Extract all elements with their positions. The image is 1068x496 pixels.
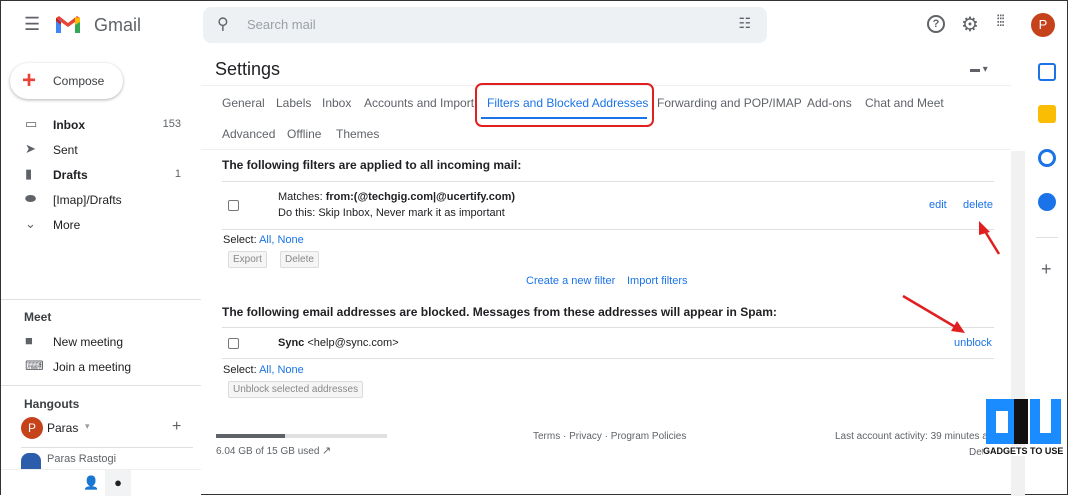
add-addon-icon[interactable]: + <box>1041 259 1052 280</box>
select-all-link[interactable]: All <box>259 234 271 246</box>
hangouts-chat-icon[interactable]: ● <box>105 470 131 496</box>
settings-gear-icon[interactable]: ⚙ <box>961 12 979 37</box>
label-icon: ⬬ <box>25 191 37 206</box>
export-button[interactable]: Export <box>228 251 267 268</box>
search-input[interactable]: Search mail <box>247 17 316 32</box>
last-activity: Last account activity: 39 minutes a <box>835 431 988 442</box>
select-none-link[interactable]: None <box>277 234 303 246</box>
tasks-icon[interactable] <box>1038 149 1056 167</box>
add-chat-icon[interactable]: + <box>172 418 181 436</box>
external-link-icon[interactable]: ↗ <box>322 444 331 457</box>
hangouts-contact[interactable]: Paras Rastogi <box>47 453 116 465</box>
tab-accounts-import[interactable]: Accounts and Import <box>364 96 474 110</box>
inbox-icon: ▭ <box>25 116 38 131</box>
search-icon[interactable]: ⚲ <box>217 14 229 34</box>
tab-chat-meet[interactable]: Chat and Meet <box>865 96 944 110</box>
delete-filter-link[interactable]: delete <box>963 199 993 211</box>
gmail-logo-icon <box>56 16 80 33</box>
footer-links[interactable]: Terms · Privacy · Program Policies <box>533 431 686 442</box>
video-camera-icon: ■ <box>25 333 33 348</box>
send-icon: ➤ <box>25 141 36 156</box>
app-name: Gmail <box>94 15 142 35</box>
blocked-heading: The following email addresses are blocke… <box>222 305 777 319</box>
draft-icon: ▮ <box>25 166 33 181</box>
sidebar-item-inbox[interactable]: ▭ Inbox 153 <box>1 112 201 137</box>
search-options-icon[interactable]: ☷ <box>738 15 751 32</box>
sidebar-item-imap-drafts[interactable]: ⬬ [Imap]/Drafts <box>1 187 201 212</box>
select-all-link[interactable]: All <box>259 364 271 376</box>
sidebar-item-more[interactable]: ⌄ More <box>1 212 201 237</box>
hangouts-user[interactable]: Paras <box>47 421 78 435</box>
avatar[interactable]: P <box>1031 13 1055 37</box>
hangouts-avatar: P <box>21 417 43 439</box>
tab-themes[interactable]: Themes <box>336 127 379 141</box>
page-title: Settings <box>215 59 281 79</box>
storage-text: 6.04 GB of 15 GB used <box>216 446 320 457</box>
contacts-icon[interactable] <box>1038 193 1056 211</box>
keep-icon[interactable] <box>1038 105 1056 123</box>
annotation-arrows <box>902 221 1001 333</box>
tab-add-ons[interactable]: Add-ons <box>807 96 852 110</box>
sidebar-item-drafts[interactable]: ▮ Drafts 1 <box>1 162 201 187</box>
storage-bar <box>216 434 387 438</box>
join-meeting-item[interactable]: ⌨ Join a meeting <box>1 354 201 379</box>
sidebar-item-sent[interactable]: ➤ Sent <box>1 137 201 162</box>
tab-labels[interactable]: Labels <box>276 96 311 110</box>
tab-offline[interactable]: Offline <box>287 127 321 141</box>
delete-button[interactable]: Delete <box>280 251 319 268</box>
scrollbar[interactable] <box>1011 151 1025 496</box>
filter-select: Select: All, None <box>223 234 304 246</box>
contacts-person-icon[interactable]: 👤 <box>83 475 99 491</box>
blocked-select: Select: All, None <box>223 364 304 376</box>
main-menu-icon[interactable]: ☰ <box>24 15 40 33</box>
plus-icon: + <box>22 67 37 94</box>
blocked-address: Sync <help@sync.com> <box>278 337 399 349</box>
status-dropdown-icon[interactable]: ▾ <box>85 421 90 432</box>
tab-general[interactable]: General <box>222 96 265 110</box>
filters-heading: The following filters are applied to all… <box>222 158 522 172</box>
unblock-selected-button[interactable]: Unblock selected addresses <box>228 381 364 398</box>
edit-filter-link[interactable]: edit <box>929 199 947 211</box>
meet-heading: Meet <box>24 310 52 324</box>
select-none-link[interactable]: None <box>277 364 303 376</box>
tab-inbox[interactable]: Inbox <box>322 96 351 110</box>
apps-grid-icon[interactable]: ⁞⁞⁞ <box>996 13 1005 31</box>
filter-action: Do this: Skip Inbox, Never mark it as im… <box>278 207 505 219</box>
tab-forwarding-pop-imap[interactable]: Forwarding and POP/IMAP <box>657 96 802 110</box>
search-bar[interactable]: ⚲ Search mail ☷ <box>203 7 767 43</box>
keyboard-icon: ⌨ <box>25 358 44 373</box>
side-panel: + <box>1026 49 1068 496</box>
filter-matches: Matches: from:(@techgig.com|@ucertify.co… <box>278 191 516 203</box>
contact-avatar <box>21 453 41 469</box>
highlight-box <box>475 83 654 127</box>
calendar-icon[interactable] <box>1038 63 1056 81</box>
tab-advanced[interactable]: Advanced <box>222 127 275 141</box>
filter-checkbox[interactable] <box>228 200 239 211</box>
hangouts-heading: Hangouts <box>24 397 80 411</box>
help-icon[interactable]: ? <box>927 15 945 33</box>
input-tools-icon[interactable]: ▬ ▾ <box>970 64 988 75</box>
new-meeting-item[interactable]: ■ New meeting <box>1 329 201 354</box>
compose-button[interactable]: + Compose <box>10 63 123 99</box>
blocked-checkbox[interactable] <box>228 338 239 349</box>
create-filter-link[interactable]: Create a new filter <box>526 275 615 287</box>
top-bar: ☰ Gmail ⚲ Search mail ☷ ? ⚙ ⁞⁞⁞ P <box>1 1 1068 49</box>
chevron-down-icon: ⌄ <box>25 216 36 231</box>
import-filters-link[interactable]: Import filters <box>627 275 688 287</box>
